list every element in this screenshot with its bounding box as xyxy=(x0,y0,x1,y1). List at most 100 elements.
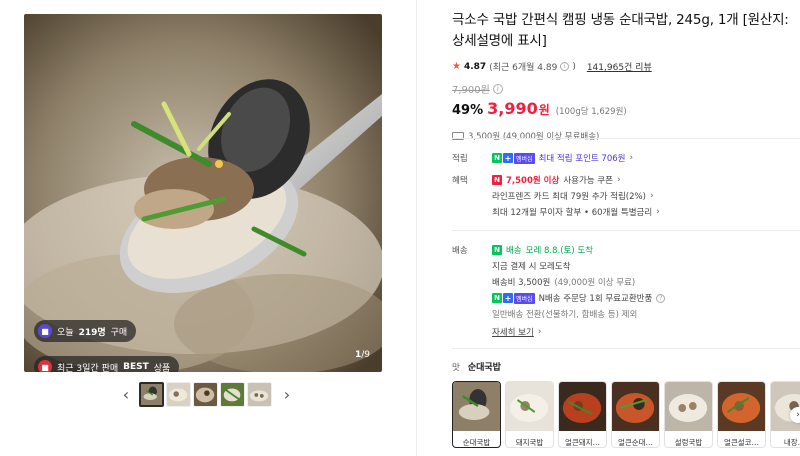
thumbnail-5[interactable] xyxy=(247,381,272,407)
coupon-row[interactable]: 혜택 N 7,500원 이상 사용가능 쿠폰 › xyxy=(452,172,800,188)
card-benefit-row[interactable]: 라인프렌즈 카드 최대 79원 추가 적립(2%) › xyxy=(452,188,800,204)
arrival-prefix: 배송 xyxy=(506,246,522,256)
coupon-amount: 7,500원 이상 xyxy=(506,176,560,186)
help-icon[interactable]: ? xyxy=(656,293,666,303)
thumbnail-4[interactable] xyxy=(220,381,245,407)
taste-option[interactable]: 얼큰순대… xyxy=(611,381,660,448)
thumbnail-strip: ‹ › xyxy=(119,381,294,407)
today-prefix: 오늘 xyxy=(57,327,74,338)
taste-option[interactable]: 얼큰설코… xyxy=(717,381,766,448)
delivery-label: 배송 xyxy=(452,246,468,256)
price-row: 49% 3,990 원 (100g당 1,629원) xyxy=(452,99,800,118)
best-highlight: BEST xyxy=(123,362,149,372)
product-image-main[interactable]: ■ 오늘 219명 구매 ■ 최근 3일간 판매 BEST 상품 1/9 xyxy=(24,14,382,372)
ndelivery-icon: N xyxy=(492,245,502,255)
rating-recent: (최근 6개월 4.89 xyxy=(489,63,558,73)
shipping-fee: 배송비 3,500원 xyxy=(492,278,551,288)
unit-price: (100g당 1,629원) xyxy=(555,107,627,117)
today-purchase-badge: ■ 오늘 219명 구매 xyxy=(34,320,137,342)
sale-price: 3,990 xyxy=(487,99,538,118)
card-benefit-text: 라인프렌즈 카드 최대 79원 추가 적립(2%) xyxy=(492,192,646,202)
taste-option[interactable]: 순대국밥 xyxy=(452,381,501,448)
thumbnail-1[interactable] xyxy=(139,381,164,407)
taste-options: 맛 순대국밥 순대국밥 돼지국밥 얼큰돼지… 얼큰순대… 설렁국밥 얼큰설코… xyxy=(452,360,800,448)
chevron-right-icon: › xyxy=(649,191,654,201)
taste-header: 맛 순대국밥 xyxy=(452,360,800,374)
npay-membership-icon: N + 멤버십 xyxy=(492,152,535,164)
best-text: 최근 3일간 판매 xyxy=(57,363,119,373)
taste-option-label: 돼지국밥 xyxy=(515,438,544,447)
taste-option-label: 설렁국밥 xyxy=(674,438,703,447)
cart-icon: ■ xyxy=(38,324,52,338)
image-counter-total: /9 xyxy=(361,350,370,360)
original-price-row: 7,900원 i xyxy=(452,81,800,96)
star-icon: ★ xyxy=(452,61,461,72)
detail-row: 자세히 보기 › xyxy=(452,324,800,340)
section-divider xyxy=(452,348,800,349)
points-label: 적립 xyxy=(452,154,468,164)
product-info: 극소수 국밥 간편식 캠핑 냉동 순대국밥, 245g, 1개 [원산지: 상세… xyxy=(452,10,800,142)
chevron-left-icon[interactable]: ‹ xyxy=(119,382,133,406)
chevron-right-icon[interactable]: › xyxy=(280,382,294,406)
today-count: 219명 xyxy=(78,327,106,338)
original-price: 7,900원 xyxy=(452,85,490,96)
installment-row[interactable]: 최대 12개월 무이자 할부 • 60개월 특별금리 › xyxy=(452,204,800,220)
taste-label: 맛 xyxy=(452,362,460,373)
taste-option-label: 내장… xyxy=(783,438,800,447)
fire-icon: ■ xyxy=(38,360,52,372)
shipping-fee-note: (49,000원 이상 무료) xyxy=(554,278,636,288)
points-row[interactable]: 적립 N + 멤버십 최대 적립 포인트 706원 › xyxy=(452,150,800,166)
shipping-note: 3,500원 (49,000원 이상 무료배송) xyxy=(468,132,600,142)
taste-option[interactable]: 설렁국밥 xyxy=(664,381,713,448)
installment-text: 최대 12개월 무이자 할부 • 60개월 특별금리 xyxy=(492,208,653,218)
paynow-text: 지금 결제 시 모레도착 xyxy=(492,262,571,272)
coupon-icon: N xyxy=(492,175,502,185)
taste-selected: 순대국밥 xyxy=(467,363,501,373)
column-divider xyxy=(416,0,417,456)
currency-unit: 원 xyxy=(538,103,550,117)
npay-membership-icon: N + 멤버십 xyxy=(492,292,535,304)
taste-option[interactable]: 돼지국밥 xyxy=(505,381,554,448)
taste-option-label: 순대국밥 xyxy=(462,438,491,447)
best-seller-badge: ■ 최근 3일간 판매 BEST 상품 xyxy=(34,356,180,373)
delivery-section: 배송 N 배송 모레 8.8.(토) 도착 지금 결제 시 모레도착 배송비 3… xyxy=(452,242,800,340)
taste-option-label: 얼큰돼지… xyxy=(564,438,601,447)
taste-option-list: 순대국밥 돼지국밥 얼큰돼지… 얼큰순대… 설렁국밥 얼큰설코… 내장… › xyxy=(452,381,800,448)
chevron-right-icon: › xyxy=(616,175,621,185)
best-suffix: 상품 xyxy=(153,363,171,373)
chevron-right-icon: › xyxy=(537,327,542,337)
product-title: 극소수 국밥 간편식 캠핑 냉동 순대국밥, 245g, 1개 [원산지: 상세… xyxy=(452,12,789,49)
section-divider xyxy=(452,230,800,231)
today-suffix: 구매 xyxy=(110,327,128,338)
arrival-date: 모레 8.8.(토) 도착 xyxy=(525,246,593,256)
exchange-text: N배송 주문당 1회 무료교환반품 xyxy=(538,294,653,304)
excluded-row: 일반배송 전환(선물하기, 합배송 등) 제외 xyxy=(452,306,800,322)
review-count-link[interactable]: 141,965건 리뷰 xyxy=(587,60,652,73)
discount-rate: 49% xyxy=(452,103,484,118)
price-info-icon[interactable]: i xyxy=(492,83,503,94)
arrival-row: 배송 N 배송 모레 8.8.(토) 도착 xyxy=(452,242,800,258)
rating-recent-close: ) xyxy=(572,61,576,72)
chevron-right-icon: › xyxy=(629,153,634,163)
rating-row: ★ 4.87 (최근 6개월 4.89 i ) 141,965건 리뷰 xyxy=(452,60,800,73)
image-counter: 1/9 xyxy=(355,350,370,360)
taste-option-label: 얼큰설코… xyxy=(723,438,760,447)
taste-option[interactable]: 얼큰돼지… xyxy=(558,381,607,448)
shipping-summary: 3,500원 (49,000원 이상 무료배송) xyxy=(452,130,800,142)
benefits-section: 적립 N + 멤버십 최대 적립 포인트 706원 › 혜택 N 7,500원 이상… xyxy=(452,150,800,220)
info-icon[interactable]: i xyxy=(560,62,570,71)
chevron-right-icon: › xyxy=(656,207,660,217)
fee-row: 배송비 3,500원 (49,000원 이상 무료) xyxy=(452,274,800,290)
excluded-text: 일반배송 전환(선물하기, 합배송 등) 제외 xyxy=(492,310,638,320)
thumbnail-3[interactable] xyxy=(193,381,218,407)
product-photo xyxy=(24,14,382,372)
detail-link[interactable]: 자세히 보기 xyxy=(492,326,534,338)
taste-option-label: 얼큰순대… xyxy=(617,438,654,447)
points-text: 최대 적립 포인트 706원 xyxy=(538,154,626,164)
section-divider xyxy=(452,138,800,139)
exchange-row: N + 멤버십 N배송 주문당 1회 무료교환반품 ? xyxy=(452,290,800,306)
chevron-right-icon[interactable]: › xyxy=(790,407,800,423)
rating-score: 4.87 xyxy=(463,61,487,72)
thumbnail-2[interactable] xyxy=(166,381,191,407)
coupon-text: 사용가능 쿠폰 xyxy=(563,176,613,186)
